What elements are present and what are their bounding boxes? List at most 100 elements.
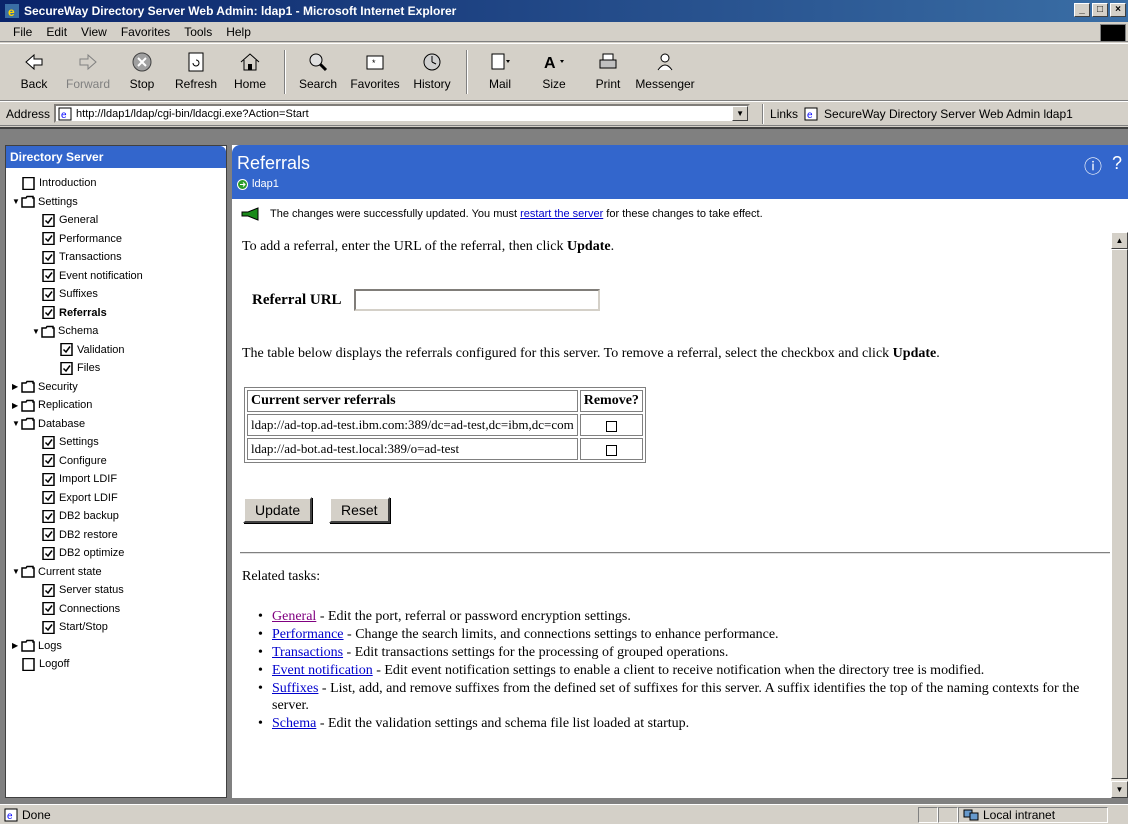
nav-item-export-ldif[interactable]: Export LDIF: [42, 489, 118, 507]
nav-item-label: DB2 backup: [59, 510, 119, 522]
print-icon: [599, 53, 617, 69]
link-page-icon: e: [804, 107, 818, 121]
home-button[interactable]: Home: [224, 50, 276, 91]
stop-button[interactable]: Stop: [116, 50, 168, 91]
scroll-up-button[interactable]: ▲: [1111, 232, 1128, 249]
nav-item-security[interactable]: ▶ Security: [12, 378, 78, 396]
size-button[interactable]: A Size: [528, 50, 580, 91]
expanded-triangle-icon[interactable]: ▼: [12, 197, 20, 206]
help-icon[interactable]: ?: [1112, 153, 1122, 179]
nav-item-settings[interactable]: Settings: [42, 433, 99, 451]
nav-item-general[interactable]: General: [42, 211, 98, 229]
vertical-scrollbar[interactable]: ▲ ▼: [1111, 232, 1128, 798]
favorites-button[interactable]: * Favorites: [346, 50, 404, 91]
status-text: Done: [22, 807, 51, 822]
remove-checkbox[interactable]: [605, 444, 617, 456]
nav-item-configure[interactable]: Configure: [42, 452, 107, 470]
windows-logo-icon: [1100, 24, 1126, 42]
related-task-link[interactable]: General: [272, 609, 316, 624]
nav-item-start-stop[interactable]: Start/Stop: [42, 618, 108, 636]
address-input[interactable]: e http://ldap1/ldap/cgi-bin/ldacgi.exe?A…: [54, 104, 751, 123]
nav-item-label: DB2 optimize: [59, 547, 125, 559]
folder-icon: [21, 565, 38, 578]
history-icon: [423, 53, 441, 71]
related-task-desc: - Edit transactions settings for the pro…: [343, 645, 729, 660]
maximize-button[interactable]: □: [1092, 3, 1108, 17]
related-task-link[interactable]: Suffixes: [272, 681, 318, 696]
menu-tools[interactable]: Tools: [177, 25, 219, 39]
referral-url-row: Referral URL: [252, 289, 600, 311]
nav-item-introduction[interactable]: Introduction: [22, 174, 96, 192]
nav-item-schema[interactable]: ▼ Schema: [32, 322, 98, 340]
checked-page-icon: [42, 546, 59, 560]
address-dropdown-button[interactable]: ▼: [732, 106, 749, 121]
update-button[interactable]: Update: [243, 497, 313, 523]
nav-item-connections[interactable]: Connections: [42, 600, 120, 618]
referral-url-input[interactable]: [353, 289, 600, 311]
print-button[interactable]: Print: [582, 50, 634, 91]
expanded-triangle-icon[interactable]: ▼: [12, 419, 20, 428]
menu-help[interactable]: Help: [219, 25, 258, 39]
nav-item-logs[interactable]: ▶ Logs: [12, 637, 62, 655]
back-button[interactable]: Back: [8, 50, 60, 91]
checked-page-icon: [42, 306, 59, 319]
related-task-item: Performance - Change the search limits, …: [258, 626, 1098, 643]
nav-item-import-ldif[interactable]: Import LDIF: [42, 470, 117, 488]
collapsed-triangle-icon[interactable]: ▶: [12, 641, 20, 650]
nav-item-database[interactable]: ▼ Database: [12, 415, 85, 433]
related-task-link[interactable]: Transactions: [272, 645, 343, 660]
server-name: ldap1: [252, 178, 279, 190]
menu-favorites[interactable]: Favorites: [114, 25, 177, 39]
checked-page-icon: [42, 213, 59, 227]
scroll-down-button[interactable]: ▼: [1111, 781, 1128, 798]
remove-checkbox[interactable]: [605, 420, 617, 432]
related-task-desc: - List, add, and remove suffixes from th…: [272, 681, 1080, 713]
nav-item-settings[interactable]: ▼ Settings: [12, 193, 78, 211]
nav-item-logoff[interactable]: Logoff: [22, 655, 69, 673]
reset-button[interactable]: Reset: [329, 497, 390, 523]
messenger-button[interactable]: Messenger: [635, 50, 695, 91]
refresh-button[interactable]: Refresh: [170, 50, 222, 91]
restart-server-link[interactable]: restart the server: [520, 208, 603, 220]
status-bar: e Done Local intranet: [0, 804, 1128, 824]
nav-item-label: Referrals: [59, 306, 107, 319]
close-button[interactable]: ×: [1110, 3, 1126, 17]
nav-item-replication[interactable]: ▶ Replication: [12, 396, 92, 414]
nav-item-event-notification[interactable]: Event notification: [42, 267, 143, 285]
history-button[interactable]: History: [406, 50, 458, 91]
expanded-triangle-icon[interactable]: ▼: [32, 327, 40, 336]
forward-button[interactable]: Forward: [62, 50, 114, 91]
menu-view[interactable]: View: [74, 25, 114, 39]
message-text-after: for these changes to take effect.: [603, 208, 763, 220]
nav-item-files[interactable]: Files: [60, 359, 100, 377]
related-task-item: Event notification - Edit event notifica…: [258, 662, 1098, 679]
related-task-link[interactable]: Event notification: [272, 663, 373, 678]
info-icon[interactable]: ⓘ: [1084, 153, 1102, 179]
nav-item-current-state[interactable]: ▼ Current state: [12, 563, 102, 581]
expanded-triangle-icon[interactable]: ▼: [12, 567, 20, 576]
nav-item-db2-restore[interactable]: DB2 restore: [42, 526, 118, 544]
nav-item-validation[interactable]: Validation: [60, 341, 125, 359]
nav-item-referrals[interactable]: Referrals: [42, 304, 107, 322]
menu-file[interactable]: File: [6, 25, 39, 39]
mail-button[interactable]: Mail: [474, 50, 526, 91]
nav-item-performance[interactable]: Performance: [42, 230, 122, 248]
megaphone-icon: [241, 207, 259, 221]
ie-icon: e: [5, 4, 19, 19]
collapsed-triangle-icon[interactable]: ▶: [12, 382, 20, 391]
links-item[interactable]: SecureWay Directory Server Web Admin lda…: [824, 107, 1073, 121]
nav-item-db2-backup[interactable]: DB2 backup: [42, 507, 119, 525]
table-row: ldap://ad-bot.ad-test.local:389/o=ad-tes…: [247, 438, 643, 460]
nav-item-server-status[interactable]: Server status: [42, 581, 124, 599]
nav-item-suffixes[interactable]: Suffixes: [42, 285, 98, 303]
menu-edit[interactable]: Edit: [39, 25, 74, 39]
minimize-button[interactable]: _: [1074, 3, 1090, 17]
search-button[interactable]: Search: [292, 50, 344, 91]
nav-item-transactions[interactable]: Transactions: [42, 248, 122, 266]
related-task-link[interactable]: Performance: [272, 627, 344, 642]
related-task-link[interactable]: Schema: [272, 716, 316, 731]
scroll-thumb[interactable]: [1111, 249, 1128, 779]
nav-item-db2-optimize[interactable]: DB2 optimize: [42, 544, 124, 562]
collapsed-triangle-icon[interactable]: ▶: [12, 401, 20, 410]
document-icon: [22, 176, 39, 190]
